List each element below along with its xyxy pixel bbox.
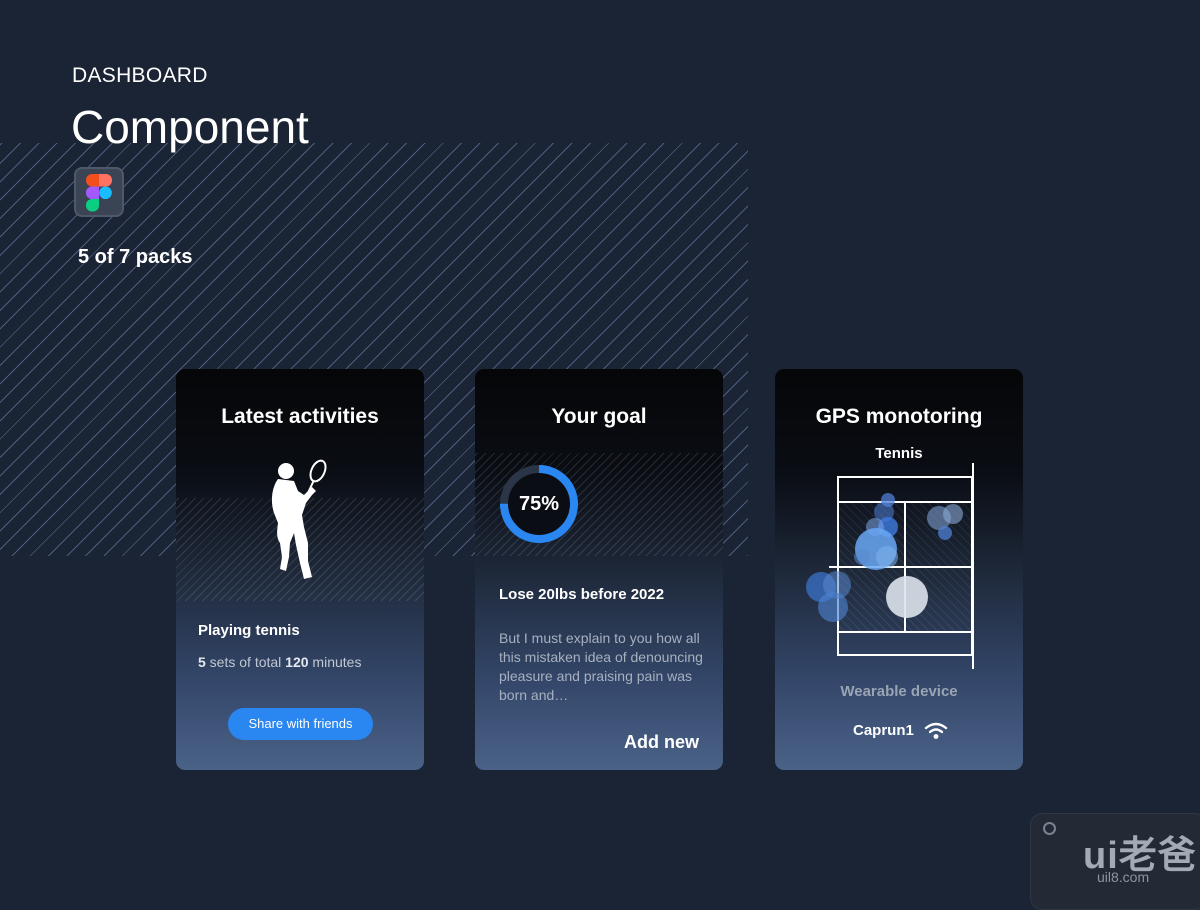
watermark-dot xyxy=(1043,822,1056,835)
activity-name: Playing tennis xyxy=(198,622,300,639)
goal-description: But I must explain to you how all this m… xyxy=(499,630,703,703)
add-new-button[interactable]: Add new xyxy=(624,732,699,753)
packs-count: 5 of 7 packs xyxy=(78,246,193,268)
wifi-icon xyxy=(924,722,948,739)
goal-progress-label: 75% xyxy=(518,493,560,515)
figma-icon xyxy=(74,167,124,217)
latest-activities-card: Latest activities Playing tennis 5 sets … xyxy=(176,369,424,770)
activity-stats: 5 sets of total 120 minutes xyxy=(198,654,362,670)
your-goal-card: Your goal 75% Lose 20lbs before 2022 But… xyxy=(475,369,723,770)
device-name: Caprun1 xyxy=(853,722,914,739)
goal-title: Lose 20lbs before 2022 xyxy=(499,586,665,603)
wearable-device-label: Wearable device xyxy=(840,683,958,700)
watermark-site: uil8.com xyxy=(1097,869,1150,885)
page-title: Component xyxy=(71,101,309,153)
tennis-player-icon xyxy=(271,459,327,579)
watermark: ui老爸 uil8.com xyxy=(1030,813,1200,910)
gps-monitoring-card: GPS monotoring Tennis Wearable device Ca… xyxy=(775,369,1023,770)
tennis-court-map xyxy=(806,463,974,669)
card-title: Latest activities xyxy=(221,405,379,428)
card-title: Your goal xyxy=(551,405,647,428)
share-with-friends-button[interactable]: Share with friends xyxy=(228,708,373,740)
card-title: GPS monotoring xyxy=(815,405,983,428)
page-kicker: DASHBOARD xyxy=(72,64,208,87)
